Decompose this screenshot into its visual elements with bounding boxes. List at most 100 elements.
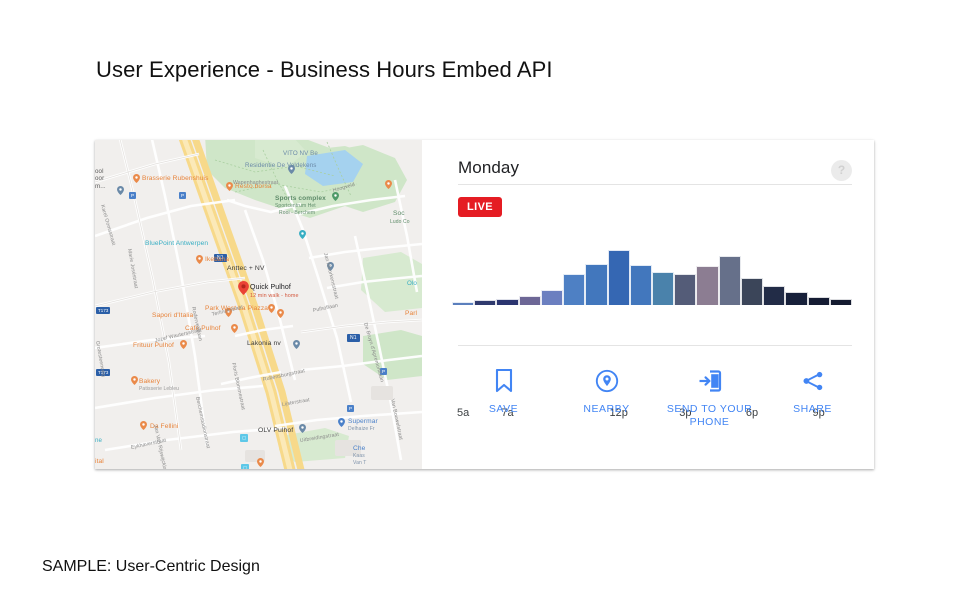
help-icon[interactable]: ? [831, 160, 852, 181]
map-street-label: Wapenhaghestraat [233, 180, 279, 186]
map-pin-restaurant[interactable] [226, 182, 233, 191]
chart-bar[interactable] [763, 286, 786, 305]
location-pin-circle-icon [595, 368, 619, 394]
map-selected-place-label: Quick Pulhof [250, 284, 291, 291]
chart-bars [452, 235, 852, 305]
map-label-poi: Rooi - Berchem [279, 210, 316, 216]
panel-header: Monday ? [458, 158, 852, 190]
business-hours-card: P P N1 N1 T173 T173 P P ▢ ▢ Brasserie Ru… [95, 140, 874, 469]
map-pin-restaurant[interactable] [196, 255, 203, 264]
chart-bar[interactable] [474, 300, 497, 305]
map-label-poi: Soc [393, 210, 405, 217]
map-label-poi-sub: Delhaize Fr [348, 426, 375, 432]
map-label-poi: Lakonia nv [247, 340, 281, 347]
info-panel: Monday ? LIVE 5a 7a 12p 3p 6p 9p SAVE NE… [422, 140, 874, 469]
actions-divider [458, 345, 852, 346]
map-label-poi: Parl [405, 310, 418, 317]
slide-page: User Experience - Business Hours Embed A… [0, 0, 960, 600]
map-label-poi: OLV Pulhof [258, 427, 294, 434]
chart-bar[interactable] [807, 297, 830, 305]
map-pin-restaurant[interactable] [277, 309, 284, 318]
action-save[interactable]: SAVE [452, 368, 555, 429]
map-pin-restaurant[interactable] [180, 340, 187, 349]
chart-bar[interactable] [718, 256, 741, 305]
chart-bar[interactable] [540, 289, 564, 305]
map-pin-selected[interactable] [238, 281, 249, 295]
map-label-poi: Bakery [139, 378, 161, 385]
map-label-poi: Residentie De Veldekens [245, 162, 317, 169]
map-pin-restaurant[interactable] [257, 458, 264, 467]
chart-bar[interactable] [652, 272, 675, 305]
map-label-poi: oor [95, 175, 105, 182]
action-share-label: SHARE [793, 403, 832, 415]
share-icon [801, 368, 825, 394]
action-share[interactable]: SHARE [761, 368, 864, 429]
map-label-poi: Anttec + NV [227, 265, 265, 272]
chart-bar[interactable] [518, 295, 541, 305]
action-bar: SAVE NEARBY SEND TO YOUR PHONE SHARE [452, 368, 864, 429]
chart-bar[interactable] [563, 273, 586, 305]
chart-bar[interactable] [696, 265, 719, 305]
header-divider [458, 184, 852, 185]
map-label-poi: Sports complex [275, 195, 326, 202]
map-shield: P [129, 192, 137, 199]
action-send-to-phone-label: SEND TO YOUR PHONE [666, 403, 753, 428]
map-label-poi: ital [95, 458, 104, 465]
map-pin[interactable] [293, 340, 300, 349]
map-shield: ▢ [240, 434, 249, 442]
page-title: User Experience - Business Hours Embed A… [96, 57, 553, 82]
map-label-poi-sub: Kaas [353, 453, 365, 459]
map-pin-restaurant[interactable] [140, 421, 147, 430]
map-label-poi: Ikebana [205, 256, 230, 263]
chart-bar[interactable] [674, 273, 697, 305]
send-to-phone-icon [698, 368, 722, 394]
chart-bar[interactable] [740, 278, 764, 305]
chart-bar[interactable] [585, 263, 608, 305]
chart-bar[interactable] [785, 291, 808, 305]
map-shield: P [179, 192, 187, 199]
map-label-poi-sub: Patisserie Lebleu [139, 386, 180, 392]
chart-bar[interactable] [629, 265, 652, 305]
action-nearby[interactable]: NEARBY [555, 368, 658, 429]
map-shield: T173 [96, 307, 111, 314]
map-pin-transit[interactable] [299, 230, 306, 239]
map-label-poi: Frituur Pulhof [133, 342, 174, 349]
map-selected-place-sub: 12 min walk - home [250, 293, 299, 299]
map-pin-restaurant[interactable] [268, 304, 275, 313]
map-label-poi: Sportcentrum Het [275, 203, 316, 209]
map-pin-restaurant[interactable] [385, 180, 392, 189]
slide-caption: SAMPLE: User-Centric Design [42, 558, 260, 575]
map-label-poi: Ludo Co [390, 219, 410, 225]
map-label-poi: m... [95, 183, 106, 190]
chart-bar[interactable] [496, 299, 519, 305]
status-badge: LIVE [458, 197, 503, 217]
map-label-poi: ool [95, 168, 104, 175]
map-pin-store[interactable] [338, 418, 345, 427]
map-label-poi: BluePoint Antwerpen [145, 240, 209, 247]
action-nearby-label: NEARBY [583, 403, 630, 415]
map-pin-restaurant[interactable] [133, 174, 140, 183]
map-label-poi: Sapori d'Italia [152, 312, 194, 319]
popular-times-chart: 5a 7a 12p 3p 6p 9p [452, 235, 852, 419]
map-panel[interactable]: P P N1 N1 T173 T173 P P ▢ ▢ Brasserie Ru… [95, 140, 422, 469]
map-pin-restaurant[interactable] [131, 376, 138, 385]
day-title: Monday [458, 158, 520, 177]
chart-bar[interactable] [607, 249, 630, 305]
chart-bar[interactable] [452, 302, 475, 305]
map-shield: N1 [347, 334, 360, 342]
chart-bar[interactable] [829, 299, 852, 305]
action-send-to-phone[interactable]: SEND TO YOUR PHONE [658, 368, 761, 429]
action-save-label: SAVE [488, 403, 519, 415]
map-label-poi: Olo [407, 280, 417, 287]
map-pin-restaurant[interactable] [231, 324, 238, 333]
map-label-poi: VITO NV Be [283, 150, 318, 157]
map-pin[interactable] [117, 186, 124, 195]
map-shield: ▢ [241, 464, 250, 469]
map-label-poi: ne [95, 437, 103, 444]
map-pin-church[interactable] [299, 424, 306, 433]
bookmark-icon [494, 368, 514, 394]
map-label-poi: Che [353, 445, 366, 452]
map-label-poi: Brasserie Rubenshuis [142, 175, 209, 182]
map-label-poi-sub: Van T [353, 460, 367, 466]
map-shield: P [347, 405, 355, 412]
